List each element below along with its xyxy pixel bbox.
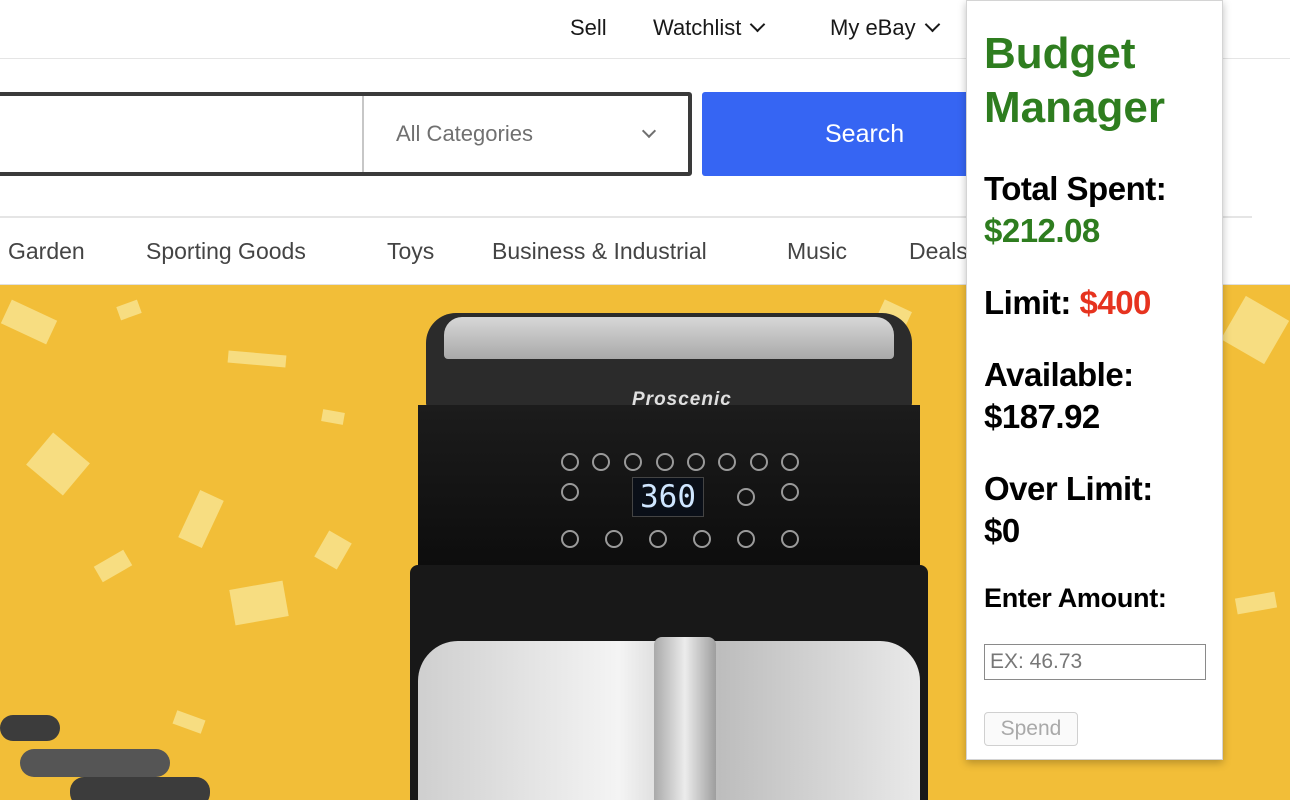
confetti-shape bbox=[116, 299, 142, 321]
confetti-shape bbox=[178, 489, 224, 549]
chevron-down-icon bbox=[924, 16, 940, 33]
available-stat: Available: $187.92 bbox=[984, 354, 1134, 438]
category-label: Garden bbox=[8, 237, 85, 264]
confetti-shape bbox=[0, 299, 58, 345]
category-link-garden[interactable]: Garden bbox=[8, 218, 85, 284]
category-link-business-industrial[interactable]: Business & Industrial bbox=[492, 218, 707, 284]
control-button-icon bbox=[561, 453, 579, 471]
control-button-icon bbox=[781, 453, 799, 471]
plus-icon bbox=[561, 483, 579, 501]
air-fryer-handle bbox=[654, 637, 716, 800]
category-select[interactable]: All Categories bbox=[362, 96, 688, 172]
confetti-shape bbox=[93, 549, 133, 583]
category-select-value: All Categories bbox=[396, 121, 533, 146]
my-ebay-label: My eBay bbox=[830, 15, 916, 40]
category-label: Toys bbox=[387, 237, 435, 264]
timer-icon bbox=[737, 488, 755, 506]
minus-icon bbox=[781, 530, 799, 548]
budget-manager-popup: Budget Manager Total Spent: $212.08 Limi… bbox=[966, 0, 1223, 760]
chevron-down-icon bbox=[750, 16, 766, 33]
available-label: Available: bbox=[984, 356, 1134, 393]
confetti-shape bbox=[26, 432, 90, 496]
watchlist-dropdown[interactable]: Watchlist bbox=[653, 0, 766, 56]
watchlist-label: Watchlist bbox=[653, 15, 742, 40]
plus-icon bbox=[781, 483, 799, 501]
confetti-shape bbox=[227, 350, 287, 368]
search-button[interactable]: Search bbox=[702, 92, 972, 176]
category-label: Business & Industrial bbox=[492, 237, 707, 264]
dumbbell-image bbox=[0, 715, 220, 800]
search-bar: All Categories bbox=[0, 92, 692, 176]
limit-stat: Limit: $400 bbox=[984, 282, 1151, 324]
search-input[interactable] bbox=[0, 96, 362, 172]
category-label: Deals bbox=[909, 237, 968, 264]
limit-value: $400 bbox=[1079, 284, 1152, 321]
control-button-icon bbox=[718, 453, 736, 471]
spend-button[interactable]: Spend bbox=[984, 712, 1078, 746]
power-icon bbox=[693, 530, 711, 548]
limit-label: Limit: bbox=[984, 284, 1071, 321]
over-limit-stat: Over Limit: $0 bbox=[984, 468, 1153, 552]
air-fryer-lid bbox=[444, 317, 894, 359]
amount-input[interactable] bbox=[984, 644, 1206, 680]
confetti-shape bbox=[321, 409, 345, 425]
confetti-shape bbox=[229, 580, 289, 626]
total-spent-value: $212.08 bbox=[984, 212, 1100, 249]
category-link-music[interactable]: Music bbox=[787, 218, 847, 284]
menu-icon bbox=[605, 530, 623, 548]
over-limit-value: $0 bbox=[984, 512, 1020, 549]
total-spent-label: Total Spent: bbox=[984, 170, 1167, 207]
minus-icon bbox=[649, 530, 667, 548]
control-button-icon bbox=[592, 453, 610, 471]
sell-link[interactable]: Sell bbox=[570, 0, 607, 56]
available-value: $187.92 bbox=[984, 398, 1100, 435]
control-button-icon bbox=[687, 453, 705, 471]
total-spent-stat: Total Spent: $212.08 bbox=[984, 168, 1167, 252]
play-pause-icon bbox=[737, 530, 755, 548]
control-button-icon bbox=[750, 453, 768, 471]
category-link-toys[interactable]: Toys bbox=[387, 218, 434, 284]
control-button-icon bbox=[656, 453, 674, 471]
popup-title: Budget Manager bbox=[984, 29, 1165, 132]
category-label: Music bbox=[787, 237, 848, 264]
category-link-sporting-goods[interactable]: Sporting Goods bbox=[146, 218, 306, 284]
sell-label: Sell bbox=[570, 15, 607, 40]
over-limit-label: Over Limit: bbox=[984, 470, 1153, 507]
minus-icon bbox=[561, 530, 579, 548]
control-button-icon bbox=[624, 453, 642, 471]
confetti-shape bbox=[1234, 591, 1278, 615]
temperature-display: 360 bbox=[632, 477, 704, 517]
brand-logo: Proscenic bbox=[632, 389, 732, 410]
category-label: Sporting Goods bbox=[146, 237, 306, 264]
enter-amount-label: Enter Amount: bbox=[984, 583, 1167, 613]
confetti-shape bbox=[314, 530, 352, 570]
confetti-shape bbox=[1220, 295, 1290, 365]
category-link-deals[interactable]: Deals bbox=[909, 218, 968, 284]
my-ebay-dropdown[interactable]: My eBay bbox=[830, 0, 940, 56]
chevron-down-icon bbox=[641, 123, 657, 139]
